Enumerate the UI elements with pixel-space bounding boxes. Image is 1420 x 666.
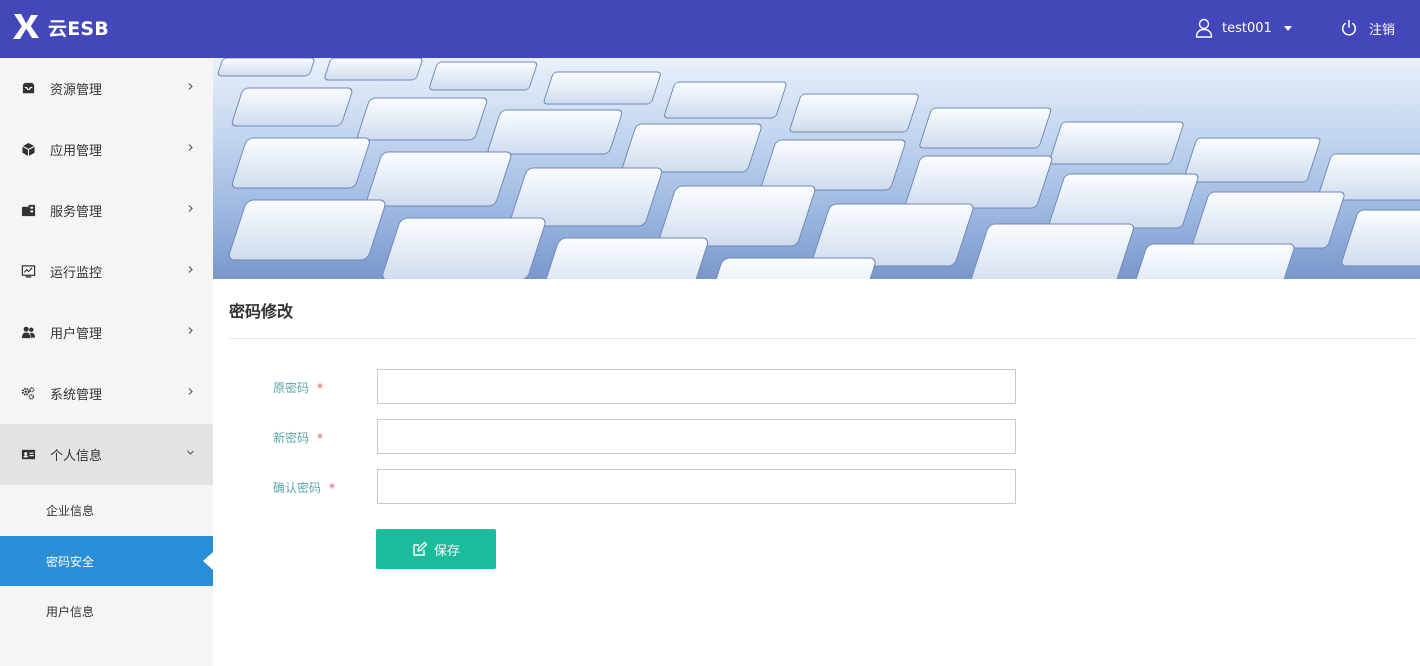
sidebar-subitem-label: 密码安全 [46,554,95,569]
sidebar-item-label: 运行监控 [50,266,103,281]
old-password-field[interactable] [377,369,1016,404]
caret-down-icon [1283,25,1292,31]
sidebar-item-label: 个人信息 [50,449,103,464]
page-title: 密码修改 [229,302,294,321]
keyboard-banner-image [213,58,1420,279]
users-icon [20,325,36,341]
logo-icon [13,14,39,39]
new-password-field[interactable] [377,419,1016,454]
user-icon [1195,18,1213,38]
gears-icon [20,386,36,402]
sidebar-subitem-label: 用户信息 [46,605,95,619]
confirm-password-row: 确认密码 * [229,469,1029,504]
chevron-right-icon [188,266,193,273]
sidebar-item-label: 资源管理 [50,83,103,98]
sidebar-item-label: 服务管理 [50,205,103,220]
sidebar-item-users[interactable]: 用户管理 [0,302,213,363]
required-mark: * [317,381,324,395]
username-label: test001 [1222,20,1272,36]
user-menu[interactable]: test001 [1195,16,1292,40]
sidebar-item-label: 应用管理 [50,144,103,159]
service-icon [20,203,36,219]
chevron-down-icon [187,450,194,455]
save-button[interactable]: 保存 [376,529,496,569]
edit-icon [413,541,428,556]
title-divider [229,338,1417,339]
required-mark: * [329,481,336,495]
sidebar-item-monitoring[interactable]: 运行监控 [0,241,213,302]
logout-label: 注销 [1369,22,1396,38]
app-logo[interactable]: 云ESB [10,11,109,43]
sidebar-item-system[interactable]: 系统管理 [0,363,213,424]
chevron-right-icon [188,83,193,90]
chevron-right-icon [188,144,193,151]
confirm-password-field[interactable] [377,469,1016,504]
sidebar-item-services[interactable]: 服务管理 [0,180,213,241]
required-mark: * [317,431,324,445]
new-password-row: 新密码 * [229,419,1029,454]
chevron-right-icon [188,388,193,395]
old-password-label: 原密码 * [273,381,324,395]
sidebar-subitem-user-info[interactable]: 用户信息 [0,586,213,637]
monitor-chart-icon [20,264,36,280]
power-icon [1341,19,1357,36]
save-label: 保存 [433,543,460,559]
sidebar-item-applications[interactable]: 应用管理 [0,119,213,180]
cube-icon [20,142,36,158]
new-password-label: 新密码 * [273,431,324,445]
sidebar-subitem-password-security[interactable]: 密码安全 [0,536,213,586]
sidebar-item-personal-info[interactable]: 个人信息 [0,424,213,485]
old-password-row: 原密码 * [229,369,1029,404]
sidebar-subitem-label: 企业信息 [46,504,95,518]
app-name: 云ESB [48,17,109,40]
sidebar-item-resources[interactable]: 资源管理 [0,58,213,119]
top-header: 云ESB test001 注销 [0,0,1420,58]
sidebar: 资源管理 应用管理 服务管理 运行监控 用户管理 系统管理 个人信息 企业信息 … [0,58,213,666]
id-card-icon [20,447,36,463]
chevron-right-icon [188,205,193,212]
sidebar-subitem-enterprise-info[interactable]: 企业信息 [0,485,213,536]
confirm-password-label: 确认密码 * [273,481,336,495]
sidebar-item-label: 系统管理 [50,388,103,403]
chevron-right-icon [188,327,193,334]
sidebar-item-label: 用户管理 [50,327,103,342]
inbox-icon [20,81,36,97]
logout-button[interactable]: 注销 [1341,16,1395,40]
